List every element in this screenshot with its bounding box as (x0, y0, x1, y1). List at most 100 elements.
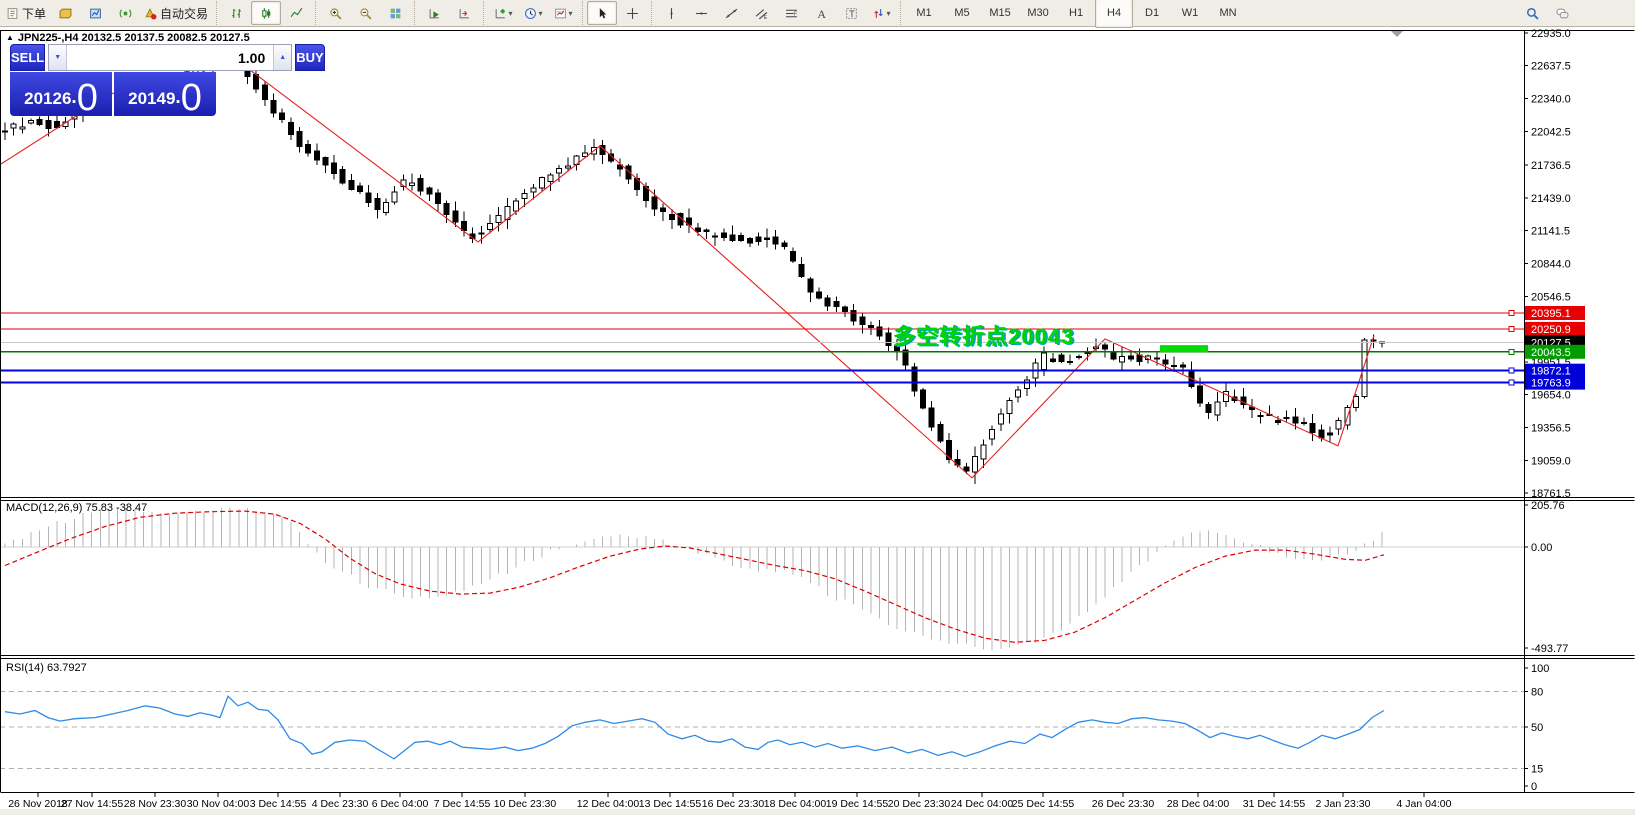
chat-icon (1556, 7, 1569, 20)
arrows-shapes-icon (872, 7, 885, 20)
chart-folder-icon (59, 7, 72, 20)
horizontal-line-button[interactable] (686, 1, 716, 25)
profiles-button[interactable] (80, 1, 110, 25)
candlestick-chart-button[interactable] (251, 1, 281, 25)
trendline-button[interactable] (716, 1, 746, 25)
svg-text:A: A (817, 7, 826, 20)
templates-button[interactable]: ▾ (548, 1, 578, 25)
chart-canvas[interactable]: 22935.022637.522340.022042.521736.521439… (0, 0, 1635, 815)
annotation-text[interactable]: 多空转折点20043 (893, 319, 1074, 351)
svg-text:E: E (763, 14, 767, 19)
rsi-indicator-label: RSI(14) 63.7927 (6, 662, 87, 674)
toolbar: 下单 自动交易 ▾ ▾ ▾ E F A T ▾ M1M5M15M30H1H4D1W1MN (0, 0, 1635, 27)
collapse-triangle-icon: ▲ (6, 33, 14, 42)
timeframe-mn-button[interactable]: MN (1209, 0, 1247, 28)
crosshair-button[interactable] (617, 1, 647, 25)
channel-icon: E (755, 7, 768, 20)
timeframe-m1-button[interactable]: M1 (905, 0, 943, 28)
sell-button[interactable]: SELL (10, 44, 45, 71)
lot-size-input[interactable] (67, 45, 273, 70)
zoom-in-icon (329, 7, 342, 20)
auto-trading-button-label: 自动交易 (160, 5, 208, 22)
trendline-icon (725, 7, 738, 20)
channel-button[interactable]: E (746, 1, 776, 25)
zoom-in-button[interactable] (320, 1, 350, 25)
svg-text:T: T (849, 9, 855, 19)
buy-button[interactable]: BUY (295, 44, 324, 71)
label-button[interactable]: T (836, 1, 866, 25)
signals-icon (119, 7, 132, 20)
indicators-button[interactable]: ▾ (488, 1, 518, 25)
new-order-button[interactable]: 下单 (2, 1, 50, 25)
new-order-icon (6, 7, 19, 20)
vline-icon (665, 7, 678, 20)
crosshair-icon (626, 7, 639, 20)
buy-price-main: 20149 (128, 89, 175, 109)
toolbar-group: 下单 自动交易 (0, 1, 214, 25)
zoom-out-icon (359, 7, 372, 20)
auto-trading-button[interactable]: 自动交易 (140, 1, 212, 25)
dropdown-arrow-icon[interactable]: ▾ (509, 9, 513, 18)
auto-scroll-icon (428, 7, 441, 20)
dropdown-arrow-icon[interactable]: ▾ (539, 9, 543, 18)
hline-icon (695, 7, 708, 20)
cursor-button[interactable] (587, 1, 617, 25)
price-axis[interactable] (1524, 30, 1635, 792)
timeframe-m5-button[interactable]: M5 (943, 0, 981, 28)
one-click-trade-panel: SELL ▼ ▲ BUY 20126.0 20149.0 (10, 44, 216, 116)
cursor-arrow-icon (596, 7, 609, 20)
periods-clock-icon (524, 7, 537, 20)
label-t-icon: T (845, 7, 858, 20)
text-a-icon: A (815, 7, 828, 20)
text-button[interactable]: A (806, 1, 836, 25)
signals-button[interactable] (110, 1, 140, 25)
sell-price-box[interactable]: 20126.0 (10, 72, 112, 116)
timeframe-d1-button[interactable]: D1 (1133, 0, 1171, 28)
lot-size-control: ▼ ▲ (48, 44, 292, 71)
fibonacci-button[interactable]: F (776, 1, 806, 25)
chart-folder-button[interactable] (50, 1, 80, 25)
timeframe-h4-button[interactable]: H4 (1095, 0, 1133, 28)
sell-price-main: 20126 (24, 89, 71, 109)
dropdown-arrow-icon[interactable]: ▾ (887, 9, 891, 18)
dropdown-arrow-icon[interactable]: ▾ (569, 9, 573, 18)
buy-price-box[interactable]: 20149.0 (114, 72, 216, 116)
lot-decrease-button[interactable]: ▼ (49, 45, 67, 70)
status-strip (0, 809, 1635, 815)
timeframe-group: M1M5M15M30H1H4D1W1MN (900, 1, 1249, 25)
templates-icon (554, 7, 567, 20)
timeframe-m30-button[interactable]: M30 (1019, 0, 1057, 28)
auto-trading-icon (144, 7, 157, 20)
chart-bars-icon (230, 7, 243, 20)
zoom-out-button[interactable] (350, 1, 380, 25)
tile-windows-icon (389, 7, 402, 20)
timeframe-w1-button[interactable]: W1 (1171, 0, 1209, 28)
chart-shift-button[interactable] (449, 1, 479, 25)
bar-chart-button[interactable] (221, 1, 251, 25)
lot-increase-button[interactable]: ▲ (273, 45, 291, 70)
toolbar-group (414, 1, 481, 25)
arrows-button[interactable]: ▾ (866, 1, 896, 25)
toolbar-right-group (1517, 1, 1577, 25)
profiles-icon (89, 7, 102, 20)
timeframe-h1-button[interactable]: H1 (1057, 0, 1095, 28)
macd-indicator-label: MACD(12,26,9) 75.83 -38.47 (6, 502, 147, 514)
vertical-line-button[interactable] (656, 1, 686, 25)
indicators-icon (494, 7, 507, 20)
toolbar-group: E F A T ▾ (651, 1, 898, 25)
tile-windows-button[interactable] (380, 1, 410, 25)
search-button[interactable] (1517, 1, 1547, 25)
chart-line-icon (290, 7, 303, 20)
line-chart-button[interactable] (281, 1, 311, 25)
timeframe-m15-button[interactable]: M15 (981, 0, 1019, 28)
buy-price-big-digit: 0 (181, 82, 202, 115)
auto-scroll-button[interactable] (419, 1, 449, 25)
chart-shift-icon (458, 7, 471, 20)
svg-text:F: F (793, 11, 797, 17)
sell-price-big-digit: 0 (77, 82, 98, 115)
chat-button[interactable] (1547, 1, 1577, 25)
periods-button[interactable]: ▾ (518, 1, 548, 25)
toolbar-group: ▾ ▾ ▾ (483, 1, 580, 25)
chart-candles-icon (260, 7, 273, 20)
chart-title: ▲JPN225-,H4 20132.5 20137.5 20082.5 2012… (6, 32, 250, 44)
